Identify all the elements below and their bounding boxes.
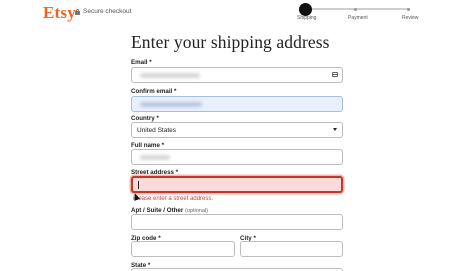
- confirm-email-field[interactable]: [131, 96, 343, 112]
- full-name-value-redacted: [140, 155, 170, 160]
- zip-field[interactable]: [131, 241, 235, 257]
- email-label: Email *: [131, 59, 152, 66]
- autofill-card-icon[interactable]: [332, 72, 338, 77]
- country-select[interactable]: United States: [131, 122, 343, 138]
- email-value-redacted: [140, 73, 200, 78]
- step-payment-dot: [354, 8, 357, 11]
- step-payment-label: Payment: [348, 15, 368, 21]
- step-shipping-label: Shipping: [297, 15, 317, 21]
- street-address-field[interactable]: [131, 176, 343, 193]
- full-name-field[interactable]: [131, 149, 343, 165]
- street-address-error: Please enter a street address.: [133, 196, 214, 202]
- secure-checkout-label: Secure checkout: [83, 8, 132, 15]
- apt-label: Apt / Suite / Other (optional): [131, 207, 208, 214]
- etsy-logo[interactable]: Etsy: [43, 3, 76, 23]
- full-name-label: Full name *: [131, 142, 165, 149]
- checkout-progress-track: [305, 8, 410, 10]
- step-review-label: Review: [402, 15, 419, 21]
- text-caret: [138, 180, 139, 189]
- confirm-email-value-redacted: [140, 102, 202, 107]
- page-title: Enter your shipping address: [131, 32, 330, 52]
- country-value: United States: [137, 126, 177, 134]
- country-label: Country *: [131, 115, 159, 122]
- secure-checkout-indicator: Secure checkout: [75, 8, 131, 15]
- email-field[interactable]: [131, 67, 343, 83]
- street-address-label: Street address *: [131, 169, 179, 176]
- apt-field[interactable]: [131, 214, 343, 230]
- confirm-email-label: Confirm email *: [131, 88, 177, 95]
- step-review-dot: [407, 8, 410, 11]
- chevron-down-icon: [333, 128, 337, 131]
- lock-icon: [75, 8, 80, 15]
- city-field[interactable]: [240, 241, 343, 257]
